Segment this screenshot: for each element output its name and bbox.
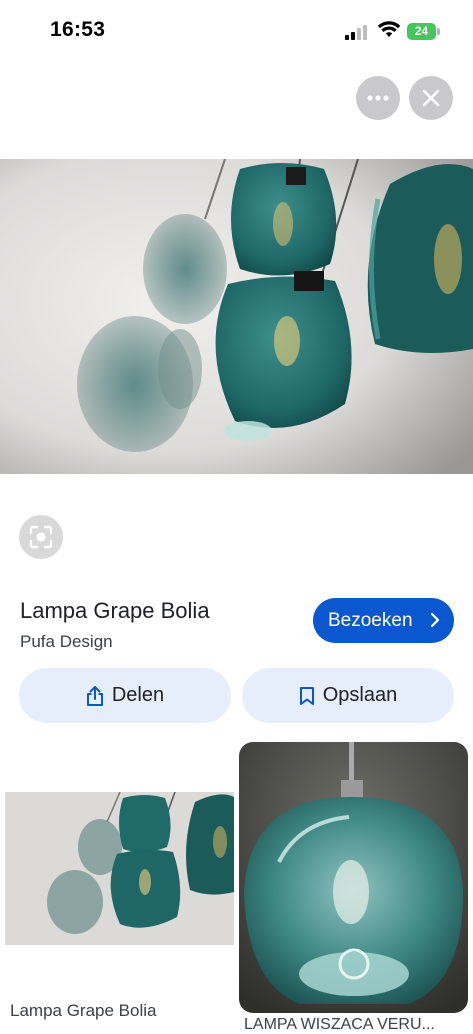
- glass-lamp-thumbnail: [239, 742, 468, 1013]
- more-icon: [367, 95, 389, 101]
- result-title: Lampa Grape Bolia: [20, 598, 210, 623]
- close-icon: [422, 89, 440, 107]
- visit-button-label: Bezoeken: [328, 610, 413, 631]
- visit-button[interactable]: Bezoeken: [313, 598, 454, 643]
- save-button[interactable]: Opslaan: [242, 668, 454, 723]
- save-button-label: Opslaan: [322, 684, 398, 706]
- lens-icon: [29, 525, 53, 549]
- status-time: 16:53: [50, 18, 106, 41]
- pendant-lamps-thumbnail: [5, 792, 234, 945]
- battery-icon: 24: [407, 23, 441, 40]
- result-source[interactable]: Pufa Design: [20, 632, 113, 652]
- share-button-label: Delen: [111, 684, 165, 706]
- lens-search-button[interactable]: [19, 515, 63, 559]
- bookmark-icon: [299, 686, 314, 705]
- status-bar: 16:53 24: [0, 0, 473, 60]
- related-caption-2[interactable]: LAMPA WISZACA VERU...: [244, 1016, 435, 1034]
- battery-level: 24: [407, 23, 436, 40]
- cellular-signal-icon: [345, 24, 369, 40]
- chevron-right-icon: [430, 612, 440, 628]
- more-options-button[interactable]: [356, 76, 400, 120]
- close-button[interactable]: [409, 76, 453, 120]
- wifi-icon: [377, 21, 401, 37]
- hero-image[interactable]: [0, 159, 473, 474]
- related-caption-1[interactable]: Lampa Grape Bolia: [10, 1001, 156, 1021]
- related-image-2[interactable]: [239, 742, 468, 1013]
- pendant-lamps-photo: [0, 159, 473, 474]
- share-icon: [86, 685, 103, 706]
- related-image-1[interactable]: [5, 792, 234, 945]
- share-button[interactable]: Delen: [19, 668, 231, 723]
